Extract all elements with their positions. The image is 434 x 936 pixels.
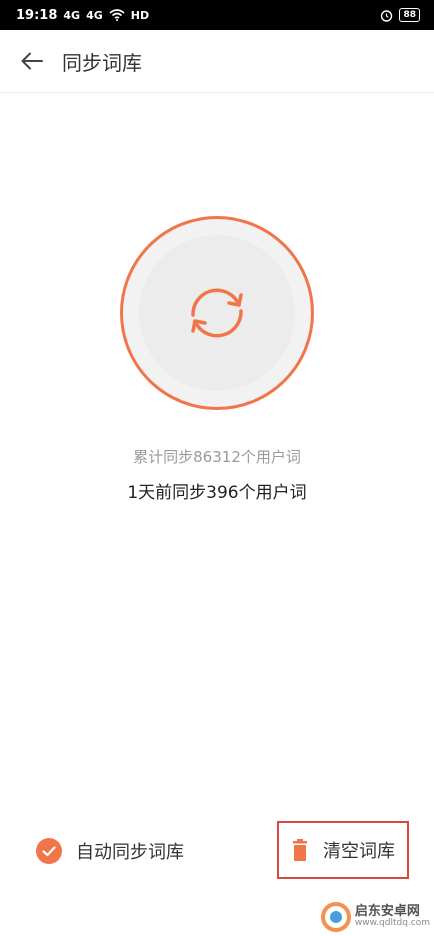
sync-icon bbox=[191, 288, 243, 338]
watermark-url: www.qdltdq.com bbox=[354, 918, 430, 929]
auto-sync-label: 自动同步词库 bbox=[76, 842, 184, 863]
page-title: 同步词库 bbox=[62, 50, 142, 75]
trash-icon bbox=[293, 839, 307, 861]
total-synced-text: 累计同步86312个用户词 bbox=[133, 448, 301, 466]
back-button[interactable] bbox=[10, 39, 54, 83]
status-bar: 19:18 4G 4G HD 88 bbox=[0, 0, 434, 30]
screen: 19:18 4G 4G HD 88 同步词库 累计同步86312个用户词 1天前… bbox=[0, 0, 434, 936]
wifi-icon bbox=[109, 9, 125, 21]
watermark: 启东安卓网 www.qdltdq.com bbox=[320, 902, 430, 932]
check-icon bbox=[36, 838, 62, 864]
recent-synced-text: 1天前同步396个用户词 bbox=[127, 483, 307, 503]
watermark-title: 启东安卓网 bbox=[354, 903, 420, 919]
auto-sync-toggle[interactable]: 自动同步词库 bbox=[36, 836, 184, 866]
sync-button[interactable] bbox=[120, 216, 314, 410]
hd-icon: HD bbox=[130, 8, 150, 22]
status-time: 19:18 bbox=[16, 7, 58, 23]
arrow-left-icon bbox=[21, 52, 43, 70]
battery-icon: 88 bbox=[399, 8, 420, 22]
alarm-icon bbox=[381, 9, 393, 22]
watermark-text: 启东安卓网 www.qdltdq.com bbox=[354, 903, 430, 929]
signal-icon: 4G bbox=[63, 8, 81, 22]
status-left: 19:18 4G 4G HD bbox=[16, 8, 149, 23]
watermark-logo-icon bbox=[320, 902, 351, 932]
status-right: 88 bbox=[380, 8, 420, 22]
app-header: 同步词库 bbox=[0, 30, 434, 93]
clear-dictionary-button[interactable]: 清空词库 bbox=[277, 821, 409, 879]
status-icons: 4G 4G HD bbox=[63, 9, 149, 22]
signal-icon-2: 4G bbox=[86, 8, 103, 22]
clear-dictionary-label: 清空词库 bbox=[323, 841, 395, 862]
sync-button-inner bbox=[139, 235, 295, 391]
